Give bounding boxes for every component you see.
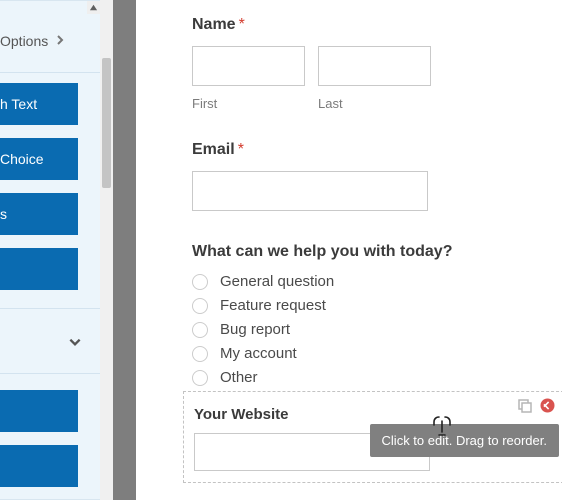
sidebar-options-label: Options bbox=[0, 33, 48, 49]
sidebar-field-4[interactable] bbox=[0, 248, 78, 290]
radio-option[interactable]: Feature request bbox=[192, 297, 562, 314]
sidebar-divider bbox=[0, 308, 100, 309]
sidebar-field-text-label: h Text bbox=[0, 96, 37, 112]
name-first-sublabel: First bbox=[192, 96, 305, 111]
sidebar-field-6[interactable] bbox=[0, 445, 78, 487]
radio-label: Other bbox=[220, 369, 258, 386]
sidebar-field-5[interactable] bbox=[0, 390, 78, 432]
radio-label: Feature request bbox=[220, 297, 326, 314]
chevron-down-icon bbox=[68, 335, 82, 349]
name-last-sublabel: Last bbox=[318, 96, 431, 111]
radio-icon bbox=[192, 298, 208, 314]
field-help-label: What can we help you with today? bbox=[192, 243, 562, 261]
fields-sidebar: Options h Text Choice s bbox=[0, 0, 100, 500]
form-canvas: Name* First Last Email* What can w bbox=[136, 0, 562, 500]
field-email[interactable]: Email* bbox=[136, 141, 562, 243]
email-input[interactable] bbox=[192, 171, 428, 211]
radio-option[interactable]: Bug report bbox=[192, 321, 562, 338]
radio-option[interactable]: Other bbox=[192, 369, 562, 386]
sidebar-scroll-up[interactable] bbox=[87, 1, 100, 14]
radio-icon bbox=[192, 322, 208, 338]
field-name[interactable]: Name* First Last bbox=[136, 16, 562, 141]
radio-icon bbox=[192, 370, 208, 386]
sidebar-divider bbox=[0, 72, 100, 73]
sidebar-field-s-label: s bbox=[0, 206, 7, 222]
radio-label: My account bbox=[220, 345, 297, 362]
name-first-input[interactable] bbox=[192, 46, 305, 86]
sidebar-field-choice[interactable]: Choice bbox=[0, 138, 78, 180]
required-mark: * bbox=[238, 141, 244, 158]
field-help[interactable]: What can we help you with today? General… bbox=[136, 243, 562, 406]
panel-divider bbox=[113, 0, 136, 500]
field-name-label: Name* bbox=[192, 16, 562, 34]
radio-icon bbox=[192, 274, 208, 290]
radio-icon bbox=[192, 346, 208, 362]
radio-option[interactable]: My account bbox=[192, 345, 562, 362]
sidebar-section-toggle[interactable] bbox=[0, 321, 100, 363]
required-mark: * bbox=[239, 16, 245, 33]
chevron-right-icon bbox=[54, 33, 66, 49]
field-email-label-text: Email bbox=[192, 141, 235, 158]
duplicate-icon[interactable] bbox=[518, 399, 532, 418]
sidebar-scrollbar-thumb[interactable] bbox=[102, 58, 111, 188]
field-website[interactable]: Your Website Click to edit. Drag to reor… bbox=[183, 391, 562, 483]
edit-tooltip: Click to edit. Drag to reorder. bbox=[370, 424, 559, 457]
sidebar-field-text[interactable]: h Text bbox=[0, 83, 78, 125]
radio-label: Bug report bbox=[220, 321, 290, 338]
delete-icon[interactable] bbox=[540, 398, 555, 418]
radio-label: General question bbox=[220, 273, 334, 290]
sidebar-options-row[interactable]: Options bbox=[0, 23, 100, 58]
field-email-label: Email* bbox=[192, 141, 562, 159]
sidebar-field-s[interactable]: s bbox=[0, 193, 78, 235]
sidebar-divider bbox=[0, 373, 100, 374]
sidebar-field-choice-label: Choice bbox=[0, 151, 44, 167]
name-last-input[interactable] bbox=[318, 46, 431, 86]
radio-option[interactable]: General question bbox=[192, 273, 562, 290]
field-website-label: Your Website bbox=[194, 406, 553, 423]
sidebar-scrollbar[interactable] bbox=[100, 0, 113, 500]
field-name-label-text: Name bbox=[192, 16, 236, 33]
